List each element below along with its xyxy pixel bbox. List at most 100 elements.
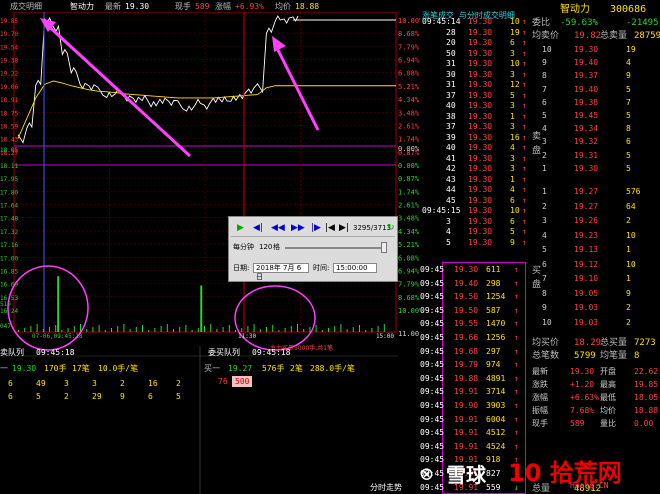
step-forward-icon[interactable]: |▶ — [311, 223, 321, 233]
tick-volume: 298 — [486, 278, 501, 288]
tick-volume: 1 — [510, 174, 515, 184]
level-price: 19.26 — [574, 216, 599, 225]
snowball-logo-icon: ⊗ — [420, 462, 434, 487]
volume-bar — [352, 327, 354, 332]
volume-bar — [272, 325, 274, 332]
level-volume: 9 — [626, 71, 631, 81]
volume-bar — [321, 330, 323, 332]
tick-price: 19.30 — [468, 153, 493, 163]
volume-bar — [228, 325, 230, 332]
level-index: 1 — [542, 163, 547, 173]
level-index: 3 — [542, 137, 547, 147]
volume-bar — [297, 324, 298, 332]
level-price: 19.40 — [574, 58, 599, 68]
tick-label-left: 17.00 — [0, 255, 18, 262]
volume-bar — [204, 326, 205, 332]
sell-row-vol: 170手 — [44, 364, 67, 373]
tick-price: 19.30 — [468, 237, 493, 247]
stat-label: 开盘 — [600, 367, 616, 376]
tick-volume: 974 — [486, 360, 501, 370]
step-back-icon[interactable]: ◀| — [253, 223, 263, 233]
first-icon[interactable]: |◀ — [325, 223, 335, 233]
volume-bar — [365, 330, 367, 332]
tick-row: 5 19.30 9 ↑ — [420, 237, 530, 248]
volume-bar — [346, 329, 348, 332]
buy-row-price: 19.27 — [228, 364, 253, 373]
tick-time: 39 — [446, 132, 456, 142]
queue-cell: 3 — [92, 379, 97, 388]
annotation-arrow — [42, 20, 192, 158]
date-field[interactable]: 2018年 7月 6日 — [253, 263, 309, 281]
stat-value: 22.62 — [634, 367, 659, 376]
level-price: 19.13 — [574, 245, 599, 254]
tick-price: 19.30 — [468, 227, 493, 236]
tick-label-left: 16.24 — [0, 308, 18, 315]
tick-volume: 587 — [486, 305, 501, 315]
volume-bar — [104, 330, 106, 332]
header-avg: 18.88 — [295, 2, 320, 11]
chart-header: 成交明细 智动力 最新 19.30 现手 589 涨幅 +6.93% 均价 18… — [0, 0, 398, 12]
time-label: 11:30 — [238, 333, 256, 340]
speed-slider-thumb[interactable] — [381, 242, 387, 253]
up-arrow-icon: ↑ — [522, 216, 527, 226]
volume-bar — [315, 325, 317, 332]
tick-row: 09:45 19.91 4524 ↑ — [420, 441, 530, 452]
play-icon[interactable]: ▶ — [237, 223, 244, 233]
tick-row: 50 19.30 3 ↑ — [420, 48, 530, 59]
time-label: 时间: — [313, 264, 330, 272]
tick-row: 37 19.30 5 ↑ — [420, 90, 530, 101]
tick-volume: 6 — [510, 195, 515, 205]
level-price: 19.30 — [574, 163, 599, 173]
tick-time: 09:45 — [420, 441, 445, 451]
tick-volume: 297 — [486, 346, 501, 356]
queue-cell: 49 — [36, 379, 46, 388]
tick-row: 43 19.30 1 ↑ — [420, 174, 530, 185]
tick-price: 19.30 — [468, 111, 493, 121]
level-volume: 10 — [626, 230, 636, 240]
tick-row: 09:45 19.50 1254 ↑ — [420, 291, 530, 302]
refresh-icon[interactable]: ↻ — [387, 223, 395, 233]
fast-forward-icon[interactable]: ▶▶ — [291, 223, 305, 233]
tick-price: 19.30 — [468, 27, 493, 37]
volume-bar — [197, 328, 199, 332]
up-arrow-icon: ↑ — [522, 90, 527, 100]
tick-time: 09:45 — [420, 346, 445, 356]
level-price: 19.30 — [574, 45, 599, 54]
up-arrow-icon: ↑ — [522, 143, 527, 152]
tick-volume: 3 — [510, 48, 515, 58]
rewind-icon[interactable]: ◀◀ — [271, 223, 285, 233]
tick-label-left: 18.59 — [0, 123, 18, 130]
time-field[interactable]: 15:00:00 — [333, 263, 377, 273]
volume-bar — [142, 325, 143, 332]
up-arrow-icon: ↑ — [522, 174, 527, 184]
level-volume: 64 — [626, 201, 636, 211]
buy-level-row: 7 19.10 1 — [530, 273, 660, 284]
highlight-circle — [234, 285, 316, 351]
volume-bar — [328, 328, 329, 332]
tick-volume: 3 — [510, 153, 515, 163]
queue-cell: 6 — [8, 392, 13, 401]
buy-level-row: 3 19.26 2 — [530, 215, 660, 226]
volume-bar — [191, 330, 193, 332]
replay-dialog[interactable]: ▶ ◀| ◀◀ ▶▶ |▶ |◀ ▶| 3295/3713 ↻ 每分钟 120 … — [228, 216, 398, 282]
trade-count-label: 总笔数 — [532, 351, 560, 361]
header-latest-label: 最新 — [105, 2, 121, 11]
level-volume: 5 — [626, 150, 631, 160]
tick-panel: 涨笔成交 与分时成交明细 09:45:14 19.30 10 ↑ 28 19.30 19 ↑ 2… — [420, 10, 530, 494]
volume-bar — [67, 328, 69, 332]
header-title: 成交明细 — [10, 2, 42, 11]
tick-volume: 5 — [510, 90, 515, 100]
level-index: 4 — [542, 124, 547, 134]
tick-time: 09:45 — [420, 401, 445, 410]
volume-bar — [377, 326, 379, 332]
tick-volume: 19 — [510, 27, 520, 37]
sell-queue-title: 卖队列 — [0, 348, 24, 357]
last-icon[interactable]: ▶| — [339, 223, 349, 233]
tick-time: 38 — [446, 111, 456, 121]
bottom-tab[interactable]: 分时走势 — [370, 482, 402, 493]
speed-slider-track[interactable] — [285, 247, 385, 249]
tick-volume: 1254 — [486, 292, 506, 302]
tick-time: 09:45:14 — [422, 17, 461, 26]
level-volume: 2 — [626, 317, 631, 327]
tick-price: 19.30 — [468, 101, 493, 110]
